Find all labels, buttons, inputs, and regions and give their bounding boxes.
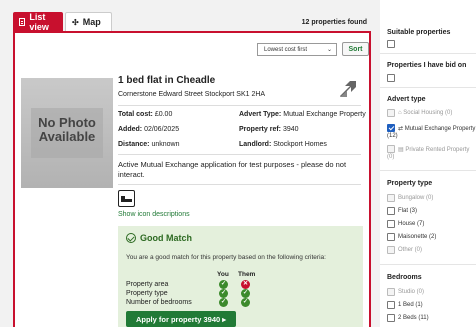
maisonette-checkbox[interactable]: [387, 233, 395, 241]
mutual-exchange-checkbox[interactable]: [387, 124, 395, 132]
mutual-exchange-icon: [340, 81, 356, 97]
suitable-checkbox[interactable]: [387, 40, 395, 48]
filter-heading-suitable: Suitable properties: [387, 29, 451, 36]
filter-heading-advert-type: Advert type: [387, 96, 426, 103]
check-icon: ✓: [219, 298, 228, 307]
filter-heading-bid-on: Properties I have bid on: [387, 62, 467, 69]
flat-checkbox[interactable]: [387, 207, 395, 215]
studio-label: Studio (0): [398, 289, 425, 295]
divider: [118, 154, 361, 155]
results-panel: List view ✣ Map 12 properties found Lowe…: [13, 12, 371, 327]
bid-on-checkbox[interactable]: [387, 74, 395, 82]
good-match-box: Good Match You are a good match for this…: [118, 226, 363, 327]
criterion-label: Number of bedrooms: [126, 299, 192, 306]
studio-checkbox[interactable]: [387, 288, 395, 296]
social-housing-checkbox[interactable]: [387, 109, 395, 117]
criterion-label: Property type: [126, 290, 168, 297]
check-circle-icon: [126, 233, 136, 243]
house-label: House (7): [398, 221, 425, 227]
distance: Distance: unknown: [118, 141, 180, 148]
tab-map-label: Map: [82, 17, 101, 27]
social-housing-label: ⌂ Social Housing (0): [398, 110, 453, 116]
property-photo-placeholder[interactable]: No Photo Available: [21, 78, 113, 188]
property-ref: Property ref: 3940: [239, 126, 299, 133]
maisonette-label: Maisonette (2): [398, 234, 437, 240]
no-photo-line1: No Photo: [38, 115, 96, 130]
two-beds-label: 2 Beds (11): [398, 315, 429, 321]
property-note: Active Mutual Exchange application for t…: [118, 160, 347, 179]
criterion-label: Property area: [126, 281, 169, 288]
bungalow-checkbox[interactable]: [387, 194, 395, 202]
flat-label: Flat (3): [398, 208, 418, 214]
tab-map[interactable]: ✣ Map: [65, 12, 112, 31]
total-cost: Total cost: £0.00: [118, 111, 173, 118]
cross-icon: ✕: [241, 280, 250, 289]
no-photo-text: No Photo Available: [21, 116, 113, 144]
bed-icon: [118, 190, 135, 207]
divider: [380, 264, 476, 265]
added-date: Added: 02/06/2025: [118, 126, 180, 133]
mutual-exchange-label: ⇄ Mutual Exchange Property: [398, 126, 476, 132]
landlord: Landlord: Stockport Homes: [239, 141, 327, 148]
check-icon: ✓: [219, 289, 228, 298]
advert-type: Advert Type: Mutual Exchange Property: [239, 111, 366, 118]
divider: [118, 105, 361, 106]
check-icon: ✓: [219, 280, 228, 289]
other-label: Other (0): [398, 247, 423, 253]
sort-select-value: Lowest cost first: [264, 46, 308, 53]
property-address: Cornerstone Edward Street Stockport SK1 …: [118, 91, 266, 98]
check-icon: ✓: [241, 289, 250, 298]
bungalow-label: Bungalow (0): [398, 195, 434, 201]
divider: [380, 53, 476, 54]
other-checkbox[interactable]: [387, 246, 395, 254]
private-rented-checkbox[interactable]: [387, 145, 395, 153]
crosshair-icon: ✣: [72, 17, 79, 27]
col-you: You: [217, 271, 229, 278]
match-description: You are a good match for this property b…: [126, 254, 326, 261]
no-photo-line2: Available: [38, 129, 96, 144]
one-bed-label: 1 Bed (1): [398, 302, 423, 308]
tab-list-label: List view: [29, 11, 49, 32]
mutual-exchange-count: (12): [387, 133, 398, 139]
sort-button[interactable]: Sort: [342, 42, 369, 56]
sort-select[interactable]: Lowest cost first ⌄: [257, 43, 337, 56]
list-icon: [19, 17, 26, 26]
tab-list-view[interactable]: List view: [13, 11, 63, 32]
check-icon: ✓: [241, 298, 250, 307]
property-list: 12 properties found Lowest cost first ⌄ …: [13, 19, 371, 327]
two-beds-checkbox[interactable]: [387, 314, 395, 322]
house-checkbox[interactable]: [387, 220, 395, 228]
private-rented-label: ▤ Private Rented Property: [398, 147, 470, 153]
apply-button[interactable]: Apply for property 3940 ▸: [126, 311, 236, 327]
results-count: 12 properties found: [301, 19, 367, 26]
match-title: Good Match: [126, 233, 192, 243]
divider: [380, 170, 476, 171]
filter-heading-bedrooms: Bedrooms: [387, 274, 422, 281]
property-title[interactable]: 1 bed flat in Cheadle: [118, 75, 215, 86]
private-rented-count: (0): [387, 154, 395, 160]
divider: [118, 184, 361, 185]
chevron-down-icon: ⌄: [326, 47, 332, 53]
divider: [380, 87, 476, 88]
one-bed-checkbox[interactable]: [387, 301, 395, 309]
filter-heading-property-type: Property type: [387, 180, 433, 187]
filter-sidebar: Suitable properties Properties I have bi…: [380, 0, 476, 327]
col-them: Them: [238, 271, 256, 278]
show-icon-descriptions-link[interactable]: Show icon descriptions: [118, 211, 190, 218]
